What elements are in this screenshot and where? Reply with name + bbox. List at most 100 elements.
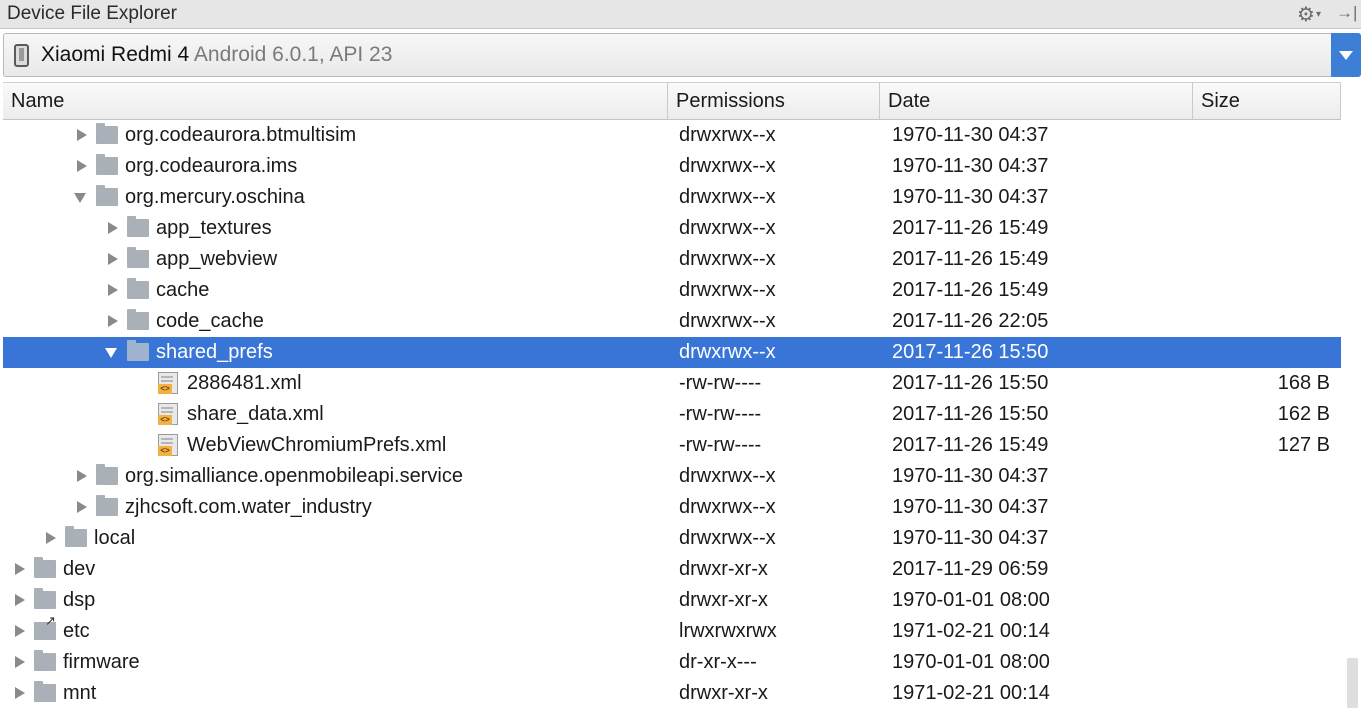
row-name: cache — [156, 279, 210, 301]
row-date: 1970-11-30 04:37 — [892, 124, 1049, 146]
folder-icon — [127, 278, 149, 299]
chevron-right-icon[interactable] — [11, 616, 27, 647]
folder-row[interactable]: zjhcsoft.com.water_industry drwxrwx--x 197… — [3, 492, 1341, 523]
chevron-right-icon[interactable] — [73, 492, 89, 523]
row-permissions: drwxr-xr-x — [679, 682, 768, 704]
scrollbar-thumb[interactable] — [1347, 658, 1358, 708]
folder-row[interactable]: org.codeaurora.btmultisim drwxrwx--x 1970-… — [3, 120, 1341, 151]
folder-row[interactable]: shared_prefs drwxrwx--x 2017-11-26 15:50 — [3, 337, 1341, 368]
row-date: 2017-11-26 15:50 — [892, 372, 1049, 394]
panel-title-bar: Device File Explorer ⚙ ▾ →| — [0, 0, 1361, 29]
vertical-scrollbar[interactable] — [1343, 120, 1361, 708]
xml-file-icon — [158, 434, 178, 456]
row-permissions: drwxrwx--x — [679, 496, 776, 518]
chevron-down-icon[interactable] — [73, 182, 89, 213]
row-permissions: drwxrwx--x — [679, 341, 776, 363]
row-date: 1970-11-30 04:37 — [892, 465, 1049, 487]
column-header-date[interactable]: Date — [880, 83, 1193, 120]
row-name: dev — [63, 558, 96, 580]
row-permissions: drwxrwx--x — [679, 124, 776, 146]
folder-row[interactable]: org.mercury.oschina drwxrwx--x 1970-11-30 … — [3, 182, 1341, 213]
chevron-right-icon[interactable] — [11, 554, 27, 585]
folder-icon — [34, 557, 56, 578]
column-header-permissions[interactable]: Permissions — [668, 83, 880, 120]
column-header-size[interactable]: Size — [1193, 83, 1341, 120]
row-permissions: drwxrwx--x — [679, 310, 776, 332]
row-name: code_cache — [156, 310, 264, 332]
folder-icon — [34, 650, 56, 671]
device-selector[interactable]: Xiaomi Redmi 4 Android 6.0.1, API 23 — [3, 33, 1361, 77]
row-name: org.codeaurora.btmultisim — [125, 124, 357, 146]
row-name: 2886481.xml — [187, 372, 302, 394]
row-permissions: drwxrwx--x — [679, 279, 776, 301]
row-size: 127 B — [1277, 434, 1330, 456]
row-name: firmware — [63, 651, 140, 673]
symlink-folder-icon — [34, 614, 56, 640]
chevron-right-icon[interactable] — [104, 306, 120, 337]
folder-icon — [34, 588, 56, 609]
row-permissions: -rw-rw---- — [679, 434, 762, 456]
row-date: 1970-11-30 04:37 — [892, 155, 1049, 177]
row-date: 1970-11-30 04:37 — [892, 496, 1049, 518]
row-permissions: drwxrwx--x — [679, 186, 776, 208]
row-date: 1970-01-01 08:00 — [892, 651, 1050, 673]
chevron-right-icon[interactable] — [11, 647, 27, 678]
folder-row[interactable]: etc lrwxrwxrwx 1971-02-21 00:14 — [3, 614, 1341, 647]
folder-row[interactable]: code_cache drwxrwx--x 2017-11-26 22:05 — [3, 306, 1341, 337]
device-name: Xiaomi Redmi 4 — [41, 43, 190, 66]
chevron-right-icon[interactable] — [11, 585, 27, 616]
folder-row[interactable]: dsp drwxr-xr-x 1970-01-01 08:00 — [3, 585, 1341, 616]
chevron-right-icon[interactable] — [11, 678, 27, 708]
chevron-right-icon[interactable] — [73, 120, 89, 151]
chevron-right-icon[interactable] — [42, 523, 58, 554]
folder-row[interactable]: org.codeaurora.ims drwxrwx--x 1970-11-30 0… — [3, 151, 1341, 182]
chevron-right-icon[interactable] — [73, 461, 89, 492]
dropdown-arrow-icon[interactable] — [1331, 33, 1361, 77]
row-name: app_textures — [156, 217, 272, 239]
file-tree: org.codeaurora.btmultisim drwxrwx--x 1970-… — [3, 120, 1341, 708]
hide-panel-icon[interactable]: →| — [1336, 3, 1357, 23]
folder-row[interactable]: mnt drwxr-xr-x 1971-02-21 00:14 — [3, 678, 1341, 708]
folder-row[interactable]: local drwxrwx--x 1970-11-30 04:37 — [3, 523, 1341, 554]
file-row[interactable]: share_data.xml -rw-rw---- 2017-11-26 15:50… — [3, 399, 1341, 430]
row-name: org.simalliance.openmobileapi.service — [125, 465, 463, 487]
row-permissions: drwxrwx--x — [679, 527, 776, 549]
gear-icon[interactable]: ⚙ ▾ — [1297, 2, 1331, 26]
row-date: 2017-11-26 15:49 — [892, 279, 1049, 301]
xml-file-icon — [158, 403, 178, 425]
file-row[interactable]: WebViewChromiumPrefs.xml -rw-rw---- 2017-1… — [3, 430, 1341, 461]
chevron-right-icon[interactable] — [73, 151, 89, 182]
row-permissions: drwxrwx--x — [679, 217, 776, 239]
row-permissions: dr-xr-x--- — [679, 651, 757, 673]
folder-row[interactable]: app_textures drwxrwx--x 2017-11-26 15:49 — [3, 213, 1341, 244]
chevron-right-icon[interactable] — [104, 213, 120, 244]
folder-row[interactable]: firmware dr-xr-x--- 1970-01-01 08:00 — [3, 647, 1341, 678]
row-permissions: drwxrwx--x — [679, 248, 776, 270]
table-header: Name Permissions Date Size — [3, 82, 1341, 120]
row-size: 162 B — [1277, 403, 1330, 425]
row-name: etc — [63, 620, 90, 642]
row-date: 2017-11-26 22:05 — [892, 310, 1049, 332]
file-row[interactable]: 2886481.xml -rw-rw---- 2017-11-26 15:50 168… — [3, 368, 1341, 399]
row-date: 1970-11-30 04:37 — [892, 527, 1049, 549]
row-permissions: drwxr-xr-x — [679, 558, 768, 580]
row-size: 168 B — [1277, 372, 1330, 394]
folder-row[interactable]: org.simalliance.openmobileapi.service drw… — [3, 461, 1341, 492]
chevron-right-icon[interactable] — [104, 244, 120, 275]
folder-icon — [96, 464, 118, 485]
row-date: 1971-02-21 00:14 — [892, 620, 1050, 642]
row-name: zjhcsoft.com.water_industry — [125, 496, 372, 518]
device-version: Android 6.0.1, API 23 — [193, 43, 393, 66]
xml-file-icon — [158, 372, 178, 394]
column-header-name[interactable]: Name — [3, 83, 668, 120]
folder-row[interactable]: cache drwxrwx--x 2017-11-26 15:49 — [3, 275, 1341, 306]
chevron-down-icon[interactable] — [104, 337, 120, 368]
row-date: 2017-11-26 15:49 — [892, 217, 1049, 239]
row-date: 2017-11-29 06:59 — [892, 558, 1049, 580]
folder-icon — [96, 154, 118, 175]
device-label: Xiaomi Redmi 4 Android 6.0.1, API 23 — [41, 43, 392, 67]
row-name: dsp — [63, 589, 96, 611]
folder-row[interactable]: app_webview drwxrwx--x 2017-11-26 15:49 — [3, 244, 1341, 275]
chevron-right-icon[interactable] — [104, 275, 120, 306]
folder-row[interactable]: dev drwxr-xr-x 2017-11-29 06:59 — [3, 554, 1341, 585]
